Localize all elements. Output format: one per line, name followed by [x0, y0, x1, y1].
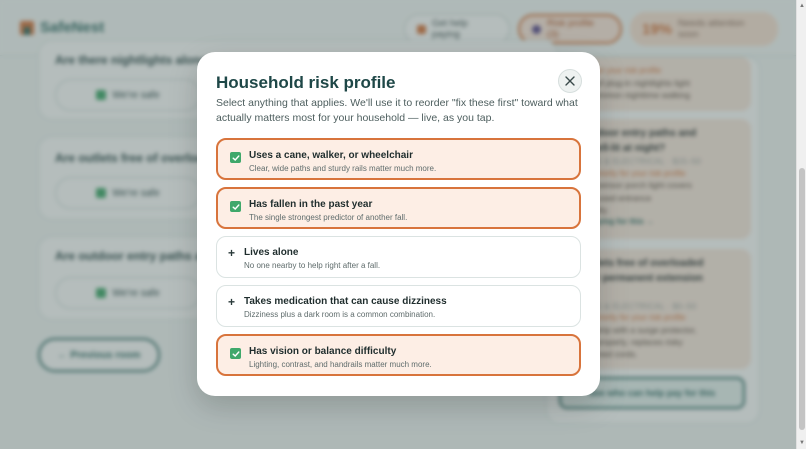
plus-icon: +: [228, 295, 236, 309]
scroll-up-icon[interactable]: ▲: [798, 2, 806, 10]
option-description: Lighting, contrast, and handrails matter…: [249, 360, 432, 369]
option-label: Lives alone: [244, 247, 299, 258]
option-description: The single strongest predictor of anothe…: [249, 213, 408, 222]
close-icon: [565, 76, 575, 86]
risk-option-fallen-past-year[interactable]: Has fallen in the past year The single s…: [216, 187, 581, 229]
option-label: Takes medication that can cause dizzines…: [244, 296, 447, 307]
risk-option-dizziness-medication[interactable]: + Takes medication that can cause dizzin…: [216, 285, 581, 327]
option-label: Uses a cane, walker, or wheelchair: [249, 150, 413, 161]
dialog-description: Select anything that applies. We'll use …: [216, 97, 578, 124]
option-description: Dizziness plus a dark room is a common c…: [244, 310, 436, 319]
checkbox-checked-icon: [230, 201, 241, 212]
risk-option-lives-alone[interactable]: + Lives alone No one nearby to help righ…: [216, 236, 581, 278]
scroll-down-icon[interactable]: ▼: [798, 439, 806, 447]
checkbox-checked-icon: [230, 152, 241, 163]
dialog-title: Household risk profile: [216, 73, 396, 92]
option-label: Has fallen in the past year: [249, 199, 373, 210]
plus-icon: +: [228, 246, 236, 260]
risk-option-mobility-aid[interactable]: Uses a cane, walker, or wheelchair Clear…: [216, 138, 581, 180]
scrollbar-thumb[interactable]: [799, 168, 805, 430]
option-description: Clear, wide paths and sturdy rails matte…: [249, 164, 437, 173]
risk-profile-dialog: Household risk profile Select anything t…: [197, 52, 600, 396]
page-scrollbar[interactable]: ▲ ▼: [796, 0, 806, 449]
close-button[interactable]: [558, 69, 582, 93]
option-label: Has vision or balance difficulty: [249, 346, 397, 357]
checkbox-checked-icon: [230, 348, 241, 359]
risk-option-vision-balance[interactable]: Has vision or balance difficulty Lightin…: [216, 334, 581, 376]
option-description: No one nearby to help right after a fall…: [244, 261, 381, 270]
